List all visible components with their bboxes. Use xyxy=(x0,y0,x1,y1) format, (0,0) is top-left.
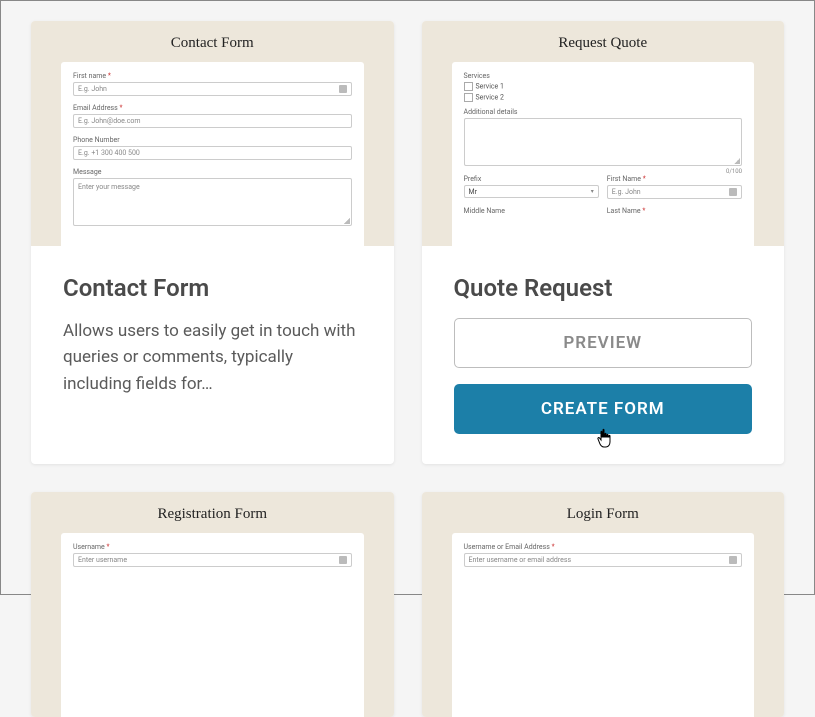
preview-title: Contact Form xyxy=(61,35,364,52)
preview-thumbnail: Username * Enter username xyxy=(61,533,364,717)
card-preview: Registration Form Username * Enter usern… xyxy=(31,492,394,717)
template-card-registration: Registration Form Username * Enter usern… xyxy=(31,492,394,717)
card-description: Allows users to easily get in touch with… xyxy=(63,318,362,397)
card-preview: Contact Form First name * E.g. John Emai… xyxy=(31,21,394,246)
preview-thumbnail: Username or Email Address * Enter userna… xyxy=(452,533,755,717)
preview-button[interactable]: PREVIEW xyxy=(454,318,753,368)
preview-thumbnail: First name * E.g. John Email Address * E… xyxy=(61,62,364,246)
preview-title: Login Form xyxy=(452,506,755,523)
card-body: Contact Form Allows users to easily get … xyxy=(31,246,394,427)
preview-title: Request Quote xyxy=(452,35,755,52)
template-card-login: Login Form Username or Email Address * E… xyxy=(422,492,785,717)
create-form-button[interactable]: CREATE FORM xyxy=(454,384,753,434)
card-title: Quote Request xyxy=(454,274,753,302)
template-card-contact: Contact Form First name * E.g. John Emai… xyxy=(31,21,394,464)
card-preview: Request Quote Services Service 1 Service… xyxy=(422,21,785,246)
template-card-quote: Request Quote Services Service 1 Service… xyxy=(422,21,785,464)
preview-thumbnail: Services Service 1 Service 2 Additional … xyxy=(452,62,755,246)
card-preview: Login Form Username or Email Address * E… xyxy=(422,492,785,717)
card-title: Contact Form xyxy=(63,274,362,302)
preview-title: Registration Form xyxy=(61,506,364,523)
card-body: Quote Request PREVIEW CREATE FORM xyxy=(422,246,785,464)
